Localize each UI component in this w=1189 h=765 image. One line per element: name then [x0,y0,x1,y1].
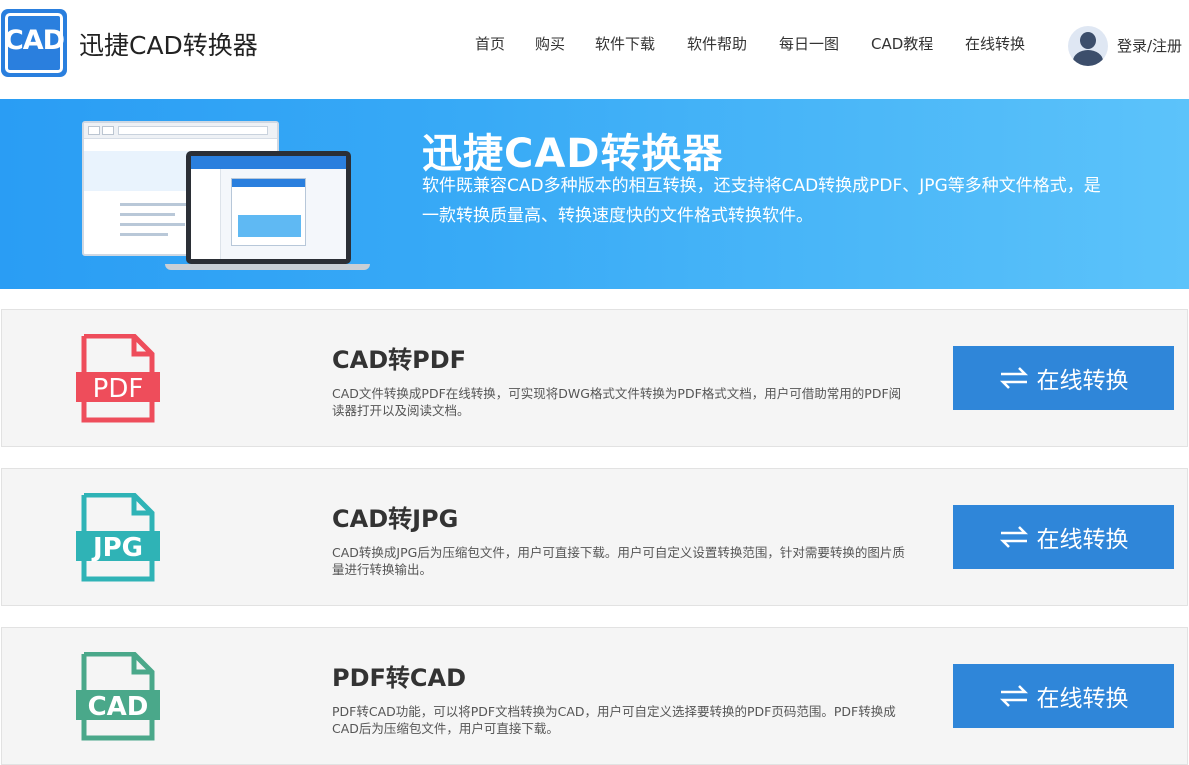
banner-description: 软件既兼容CAD多种版本的相互转换，还支持将CAD转换成PDF、JPG等多种文件… [422,176,1101,226]
swap-arrows-icon [999,526,1028,548]
jpg-file-icon: JPG [76,493,160,582]
avatar-icon[interactable] [1068,26,1108,66]
button-label: 在线转换 [1036,686,1129,712]
cad-file-icon: CAD [76,652,160,741]
hero-banner: 迅捷CAD转换器 软件既兼容CAD多种版本的相互转换，还支持将CAD转换成PDF… [0,99,1189,289]
card-description: CAD转换成JPG后为压缩包文件，用户可直接下载。用户可自定义设置转换范围，针对… [332,545,905,577]
nav-item-tutorial[interactable]: CAD教程 [871,33,933,54]
card-title: PDF转CAD [332,664,467,692]
nav-item-help[interactable]: 软件帮助 [687,33,747,54]
online-convert-button[interactable]: 在线转换 [953,664,1174,728]
mock-app-dialog [231,178,306,246]
mock-laptop-screen [191,156,346,259]
card-cad-to-jpg: JPG CAD转JPG CAD转换成JPG后为压缩包文件，用户可直接下载。用户可… [1,468,1188,606]
online-convert-button[interactable]: 在线转换 [953,346,1174,410]
card-pdf-to-cad: CAD PDF转CAD PDF转CAD功能，可以将PDF文档转换为CAD，用户可… [1,627,1188,765]
swap-arrows-icon [999,685,1028,707]
nav-item-home[interactable]: 首页 [475,33,505,54]
avatar-body [1073,50,1103,66]
mock-url-bar [118,126,268,135]
mock-browser-bar [84,123,277,139]
online-convert-button[interactable]: 在线转换 [953,505,1174,569]
nav-item-online-convert[interactable]: 在线转换 [965,33,1025,54]
cad-icon-label: CAD [88,692,149,722]
pdf-icon-label: PDF [93,374,144,404]
logo-text: CAD [3,25,65,56]
button-label: 在线转换 [1036,368,1129,394]
mock-dialog-bar [232,179,305,187]
card-cad-to-pdf: PDF CAD转PDF CAD文件转换成PDF在线转换，可实现将DWG格式文件转… [1,309,1188,447]
card-title: CAD转JPG [332,505,459,533]
login-register-link[interactable]: 登录/注册 [1117,35,1182,56]
laptop-base [165,264,370,270]
brand-name[interactable]: 迅捷CAD转换器 [79,26,258,62]
mock-text-line [120,213,175,216]
avatar-head [1080,32,1096,49]
mock-text-line [120,223,185,226]
mock-text-line [120,203,190,206]
pdf-file-icon: PDF [76,334,160,423]
swap-arrows-icon [999,367,1028,389]
mock-dialog-promo [238,215,301,237]
nav-item-download[interactable]: 软件下载 [595,33,655,54]
site-header: CAD 迅捷CAD转换器 首页 购买 软件下载 软件帮助 每日一图 CAD教程 … [0,0,1189,90]
nav-item-buy[interactable]: 购买 [535,33,565,54]
nav-item-daily-image[interactable]: 每日一图 [779,33,839,54]
mock-app-titlebar [191,156,346,169]
logo[interactable]: CAD [1,9,67,77]
mock-forward-button [102,126,114,135]
card-description: PDF转CAD功能，可以将PDF文档转换为CAD，用户可自定义选择要转换的PDF… [332,704,896,736]
laptop-mockup-image [186,151,351,264]
button-label: 在线转换 [1036,527,1129,553]
jpg-icon-label: JPG [91,533,143,563]
mock-text-line [120,233,168,236]
mock-back-button [88,126,100,135]
card-description: CAD文件转换成PDF在线转换，可实现将DWG格式文件转换为PDF格式文档，用户… [332,386,902,418]
card-title: CAD转PDF [332,346,467,374]
mock-app-sidebar [191,169,221,259]
